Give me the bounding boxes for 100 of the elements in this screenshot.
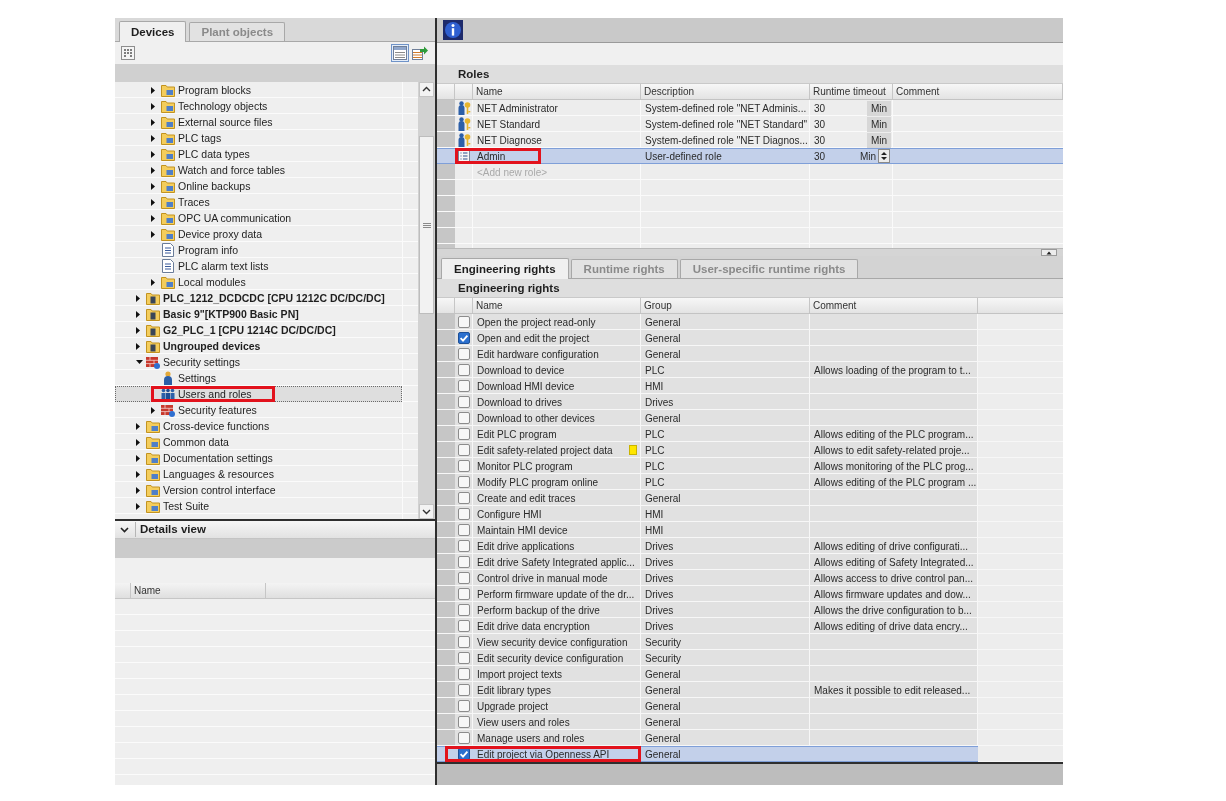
caret-down-icon[interactable]: [136, 360, 143, 364]
tree-item[interactable]: Local modules: [115, 274, 402, 290]
table-row[interactable]: NET Standard System-defined role "NET Standard" 30 Min: [437, 116, 1063, 132]
checkbox[interactable]: [458, 316, 470, 328]
toolbar-button[interactable]: [119, 44, 137, 62]
chevron-up-icon[interactable]: [419, 82, 434, 97]
tree-item[interactable]: Version control interface: [115, 482, 402, 498]
caret-right-icon[interactable]: [151, 118, 155, 126]
checkbox[interactable]: [458, 380, 470, 392]
caret-right-icon[interactable]: [151, 198, 155, 206]
checkbox[interactable]: [458, 620, 470, 632]
checkbox[interactable]: [458, 716, 470, 728]
table-row[interactable]: Import project texts General: [437, 666, 978, 682]
caret-right-icon[interactable]: [136, 294, 140, 302]
caret-right-icon[interactable]: [151, 86, 155, 94]
spinner-icon[interactable]: [878, 149, 890, 163]
caret-right-icon[interactable]: [136, 470, 140, 478]
checkbox[interactable]: [458, 364, 470, 376]
checkbox[interactable]: [458, 700, 470, 712]
checkbox[interactable]: [458, 572, 470, 584]
chevron-down-icon[interactable]: [120, 526, 129, 533]
caret-right-icon[interactable]: [136, 342, 140, 350]
table-row[interactable]: Manage users and roles General: [437, 730, 978, 746]
checkbox[interactable]: [458, 604, 470, 616]
caret-right-icon[interactable]: [136, 422, 140, 430]
table-row[interactable]: Edit safety-related project data PLC Allows to edit safety-related proje...: [437, 442, 978, 458]
table-row[interactable]: Edit security device configuration Security: [437, 650, 978, 666]
checkbox[interactable]: [458, 396, 470, 408]
tree-item[interactable]: Security settings: [115, 354, 402, 370]
tree-item[interactable]: Watch and force tables: [115, 162, 402, 178]
tree-item[interactable]: PLC alarm text lists: [115, 258, 402, 274]
table-row[interactable]: Maintain HMI device HMI: [437, 522, 978, 538]
checkbox[interactable]: [458, 332, 470, 344]
table-row[interactable]: Admin User-defined role 30 Min: [437, 148, 1063, 164]
scrollbar-thumb[interactable]: [419, 136, 434, 314]
table-row[interactable]: Download to device PLC Allows loading of the program to t...: [437, 362, 978, 378]
caret-right-icon[interactable]: [136, 310, 140, 318]
table-row[interactable]: Download to other devices General: [437, 410, 978, 426]
table-row[interactable]: Edit PLC program PLC Allows editing of the PLC program...: [437, 426, 978, 442]
table-row[interactable]: Open the project read-only General: [437, 314, 978, 330]
scrollbar-track[interactable]: [418, 82, 435, 519]
checkbox[interactable]: [458, 444, 470, 456]
caret-right-icon[interactable]: [151, 230, 155, 238]
caret-right-icon[interactable]: [151, 406, 155, 414]
table-row[interactable]: Edit hardware configuration General: [437, 346, 978, 362]
caret-right-icon[interactable]: [136, 438, 140, 446]
triangle-up-icon[interactable]: [1041, 249, 1057, 256]
tree-item[interactable]: Users and roles: [115, 386, 402, 402]
checkbox[interactable]: [458, 460, 470, 472]
tree-item[interactable]: PLC tags: [115, 130, 402, 146]
tree-item[interactable]: Basic 9"[KTP900 Basic PN]: [115, 306, 402, 322]
table-row[interactable]: Perform backup of the drive Drives Allows the drive configuration to b...: [437, 602, 978, 618]
table-row[interactable]: NET Diagnose System-defined role "NET Diagnos... 30 Min: [437, 132, 1063, 148]
caret-right-icon[interactable]: [151, 134, 155, 142]
checkbox[interactable]: [458, 476, 470, 488]
checkbox[interactable]: [458, 668, 470, 680]
checkbox[interactable]: [458, 636, 470, 648]
new-role-field[interactable]: <Add new role>: [473, 164, 641, 180]
checkbox[interactable]: [458, 732, 470, 744]
table-row[interactable]: Edit drive applications Drives Allows editing of drive configurati...: [437, 538, 978, 554]
checkbox[interactable]: [458, 748, 470, 760]
checkbox[interactable]: [458, 524, 470, 536]
caret-right-icon[interactable]: [151, 102, 155, 110]
tree-item[interactable]: PLC data types: [115, 146, 402, 162]
checkbox[interactable]: [458, 652, 470, 664]
tree-item[interactable]: OPC UA communication: [115, 210, 402, 226]
tree-item[interactable]: Security features: [115, 402, 402, 418]
tab[interactable]: Engineering rights: [441, 258, 569, 279]
tree-item[interactable]: Technology objects: [115, 98, 402, 114]
table-row[interactable]: View security device configuration Security: [437, 634, 978, 650]
table-row[interactable]: Download to drives Drives: [437, 394, 978, 410]
tree-item[interactable]: Program blocks: [115, 82, 402, 98]
caret-right-icon[interactable]: [151, 214, 155, 222]
table-row[interactable]: Edit drive Safety Integrated applic... Drives Allows editing of Safety Integrated...: [437, 554, 978, 570]
checkbox[interactable]: [458, 684, 470, 696]
table-row[interactable]: Download HMI device HMI: [437, 378, 978, 394]
table-row[interactable]: Upgrade project General: [437, 698, 978, 714]
caret-right-icon[interactable]: [151, 150, 155, 158]
checkbox[interactable]: [458, 492, 470, 504]
tree-item[interactable]: Ungrouped devices: [115, 338, 402, 354]
table-row[interactable]: Edit project via Openness API General: [437, 746, 978, 762]
checkbox[interactable]: [458, 428, 470, 440]
table-row[interactable]: Monitor PLC program PLC Allows monitoring of the PLC prog...: [437, 458, 978, 474]
tree-item[interactable]: Test Suite: [115, 498, 402, 514]
table-row[interactable]: Perform firmware update of the dr... Drives Allows firmware updates and dow...: [437, 586, 978, 602]
tab[interactable]: Devices: [119, 21, 187, 42]
table-row[interactable]: Create and edit traces General: [437, 490, 978, 506]
tree-item[interactable]: External source files: [115, 114, 402, 130]
table-row[interactable]: View users and roles General: [437, 714, 978, 730]
checkbox[interactable]: [458, 540, 470, 552]
table-row[interactable]: Open and edit the project General: [437, 330, 978, 346]
table-row[interactable]: NET Administrator System-defined role "NET Adminis... 30 Min: [437, 100, 1063, 116]
table-row[interactable]: Edit drive data encryption Drives Allows editing of drive data encry...: [437, 618, 978, 634]
tree-item[interactable]: Program info: [115, 242, 402, 258]
tree-item[interactable]: G2_PLC_1 [CPU 1214C DC/DC/DC]: [115, 322, 402, 338]
tree-item[interactable]: Online backups: [115, 178, 402, 194]
tree-item[interactable]: Languages & resources: [115, 466, 402, 482]
caret-right-icon[interactable]: [136, 486, 140, 494]
table-row[interactable]: Control drive in manual mode Drives Allows access to drive control pan...: [437, 570, 978, 586]
caret-right-icon[interactable]: [136, 454, 140, 462]
